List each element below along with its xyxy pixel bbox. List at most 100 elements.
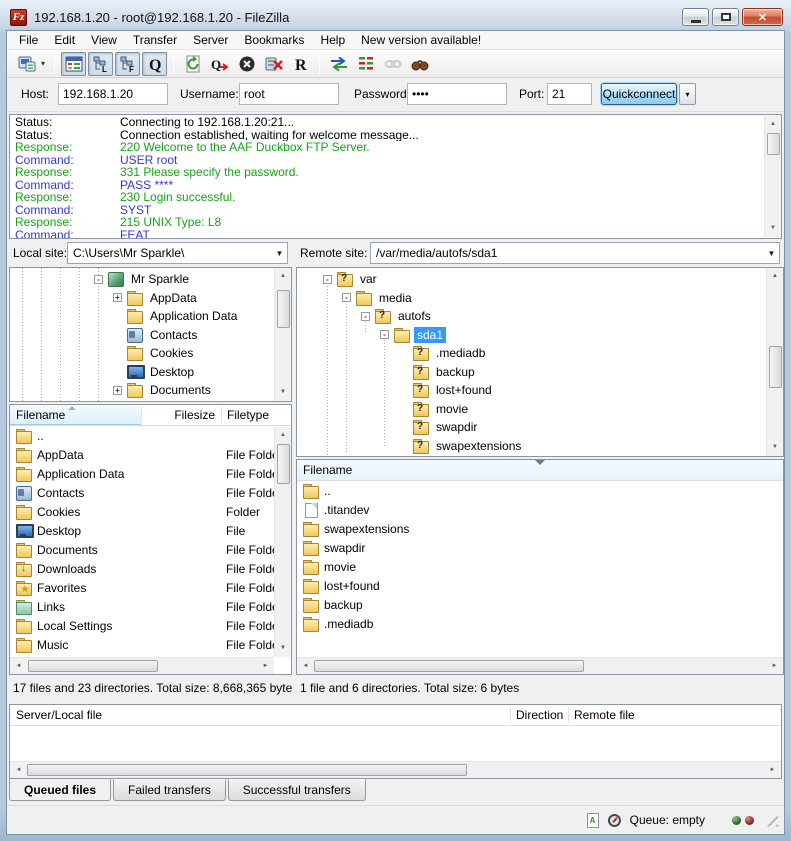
queue-hscrollbar[interactable]: ◄ ► — [10, 761, 781, 778]
menu-item-edit[interactable]: Edit — [46, 31, 83, 49]
file-row-documents[interactable]: DocumentsFile Folder — [10, 541, 274, 560]
chevron-down-icon[interactable]: ▼ — [764, 249, 779, 258]
menu-item-transfer[interactable]: Transfer — [125, 31, 185, 49]
tab-failed-transfers[interactable]: Failed transfers — [113, 779, 226, 801]
scroll-down-icon[interactable]: ▼ — [765, 221, 781, 236]
site-manager-button[interactable] — [14, 52, 39, 76]
port-input[interactable] — [547, 83, 592, 105]
password-input[interactable] — [407, 83, 507, 105]
toggle-remote-tree-button[interactable]: F — [115, 52, 140, 76]
expand-icon[interactable]: + — [113, 386, 122, 395]
expand-icon[interactable]: + — [113, 293, 122, 302]
tree-item-swapextensions[interactable]: ?swapextensions — [297, 437, 765, 456]
process-queue-button[interactable]: Q — [207, 52, 232, 76]
scroll-up-icon[interactable]: ▲ — [275, 428, 291, 443]
file-row-lost-found[interactable]: lost+found — [297, 577, 783, 596]
scroll-down-icon[interactable]: ▼ — [275, 385, 291, 400]
local-site-combo[interactable]: C:\Users\Mr Sparkle\ ▼ — [67, 242, 288, 264]
scrollbar-thumb[interactable] — [277, 290, 290, 328]
quickconnect-dropdown[interactable]: ▾ — [679, 83, 696, 105]
local-list-hscrollbar[interactable]: ◄ ► — [10, 657, 274, 674]
resize-grip[interactable] — [765, 814, 778, 827]
site-manager-dropdown-icon[interactable]: ▾ — [40, 59, 49, 68]
tree-item-swapdir[interactable]: ?swapdir — [297, 418, 765, 437]
file-row-backup[interactable]: backup — [297, 596, 783, 615]
file-row-contacts[interactable]: ContactsFile Folder — [10, 484, 274, 503]
collapse-icon[interactable]: - — [342, 293, 351, 302]
menu-item-file[interactable]: File — [11, 31, 46, 49]
toggle-queue-button[interactable]: Q — [142, 52, 167, 76]
tree-item-lost-found[interactable]: ?lost+found — [297, 381, 765, 400]
tree-item-var[interactable]: -?var — [297, 270, 765, 289]
minimize-button[interactable] — [682, 8, 709, 26]
collapse-icon[interactable]: - — [380, 330, 389, 339]
scroll-down-icon[interactable]: ▼ — [767, 440, 783, 455]
file-row-favorites[interactable]: ★FavoritesFile Folder — [10, 579, 274, 598]
remote-list-hscrollbar[interactable]: ◄ ► — [297, 657, 783, 674]
scrollbar-thumb[interactable] — [314, 660, 584, 672]
chevron-down-icon[interactable]: ▼ — [272, 249, 287, 258]
tab-queued-files[interactable]: Queued files — [9, 779, 111, 801]
file-row-swapextensions[interactable]: swapextensions — [297, 520, 783, 539]
tree-item-contacts[interactable]: Contacts — [10, 326, 273, 345]
username-input[interactable] — [239, 83, 339, 105]
collapse-icon[interactable]: - — [94, 275, 103, 284]
scroll-up-icon[interactable]: ▲ — [275, 269, 291, 284]
remote-site-combo[interactable]: /var/media/autofs/sda1 ▼ — [370, 242, 780, 264]
scroll-up-icon[interactable]: ▲ — [765, 117, 781, 132]
tree-item-autofs[interactable]: -?autofs — [297, 307, 765, 326]
scrollbar-thumb[interactable] — [277, 444, 290, 484]
toggle-message-log-button[interactable] — [61, 52, 86, 76]
tree-item-application-data[interactable]: Application Data — [10, 307, 273, 326]
local-list-scrollbar[interactable]: ▲ ▼ — [274, 427, 291, 657]
tree-item-mediadb[interactable]: ?.mediadb — [297, 344, 765, 363]
refresh-button[interactable] — [180, 52, 205, 76]
file-row-application-data[interactable]: Application DataFile Folder — [10, 465, 274, 484]
scroll-left-icon[interactable]: ◄ — [11, 658, 26, 674]
tree-item-media[interactable]: -media — [297, 289, 765, 308]
close-button[interactable]: ✕ — [742, 8, 783, 26]
remote-tree-scrollbar[interactable]: ▲ ▼ — [766, 268, 783, 456]
tree-item-movie[interactable]: ?movie — [297, 400, 765, 419]
disconnect-button[interactable] — [261, 52, 286, 76]
collapse-icon[interactable]: - — [323, 275, 332, 284]
tree-item-sda1[interactable]: -sda1 — [297, 326, 765, 345]
column-header-remote-file[interactable]: Remote file — [568, 705, 688, 725]
tree-item-dvd[interactable]: ?dvd — [297, 455, 765, 457]
menu-item-new-version-available[interactable]: New version available! — [353, 31, 489, 49]
column-header-direction[interactable]: Direction — [510, 705, 568, 725]
synchronized-browsing-button[interactable] — [353, 52, 378, 76]
tab-successful-transfers[interactable]: Successful transfers — [228, 779, 366, 801]
collapse-icon[interactable]: - — [361, 312, 370, 321]
compare-directories-button[interactable] — [326, 52, 351, 76]
column-header-server-local-file[interactable]: Server/Local file — [10, 705, 510, 725]
tree-item-desktop[interactable]: Desktop — [10, 363, 273, 382]
column-header-filetype[interactable]: Filetype — [221, 405, 291, 425]
quickconnect-button[interactable]: Quickconnect — [601, 83, 677, 105]
file-row-local-settings[interactable]: Local SettingsFile Folder — [10, 617, 274, 636]
scrollbar-thumb[interactable] — [27, 764, 467, 776]
speed-limit-icon[interactable] — [608, 814, 621, 827]
scroll-right-icon[interactable]: ► — [258, 658, 273, 674]
link-button[interactable] — [380, 52, 405, 76]
scroll-left-icon[interactable]: ◄ — [11, 762, 26, 778]
file-row-titandev[interactable]: .titandev — [297, 501, 783, 520]
scroll-up-icon[interactable]: ▲ — [767, 269, 783, 284]
file-row-downloads[interactable]: ↓DownloadsFile Folder — [10, 560, 274, 579]
scrollbar-thumb[interactable] — [28, 660, 158, 672]
file-row-appdata[interactable]: AppDataFile Folder — [10, 446, 274, 465]
menu-item-server[interactable]: Server — [185, 31, 236, 49]
scroll-down-icon[interactable]: ▼ — [275, 641, 291, 656]
file-row-links[interactable]: LinksFile Folder — [10, 598, 274, 617]
cancel-button[interactable] — [234, 52, 259, 76]
menu-item-view[interactable]: View — [83, 31, 125, 49]
column-header-filesize[interactable]: Filesize — [141, 405, 221, 425]
menu-item-help[interactable]: Help — [312, 31, 353, 49]
tree-item-appdata[interactable]: +AppData — [10, 289, 273, 308]
find-button[interactable] — [407, 52, 432, 76]
scroll-right-icon[interactable]: ► — [765, 762, 780, 778]
maximize-button[interactable] — [712, 8, 739, 26]
tree-item-documents[interactable]: +Documents — [10, 381, 273, 400]
scroll-left-icon[interactable]: ◄ — [298, 658, 313, 674]
file-row-movie[interactable]: movie — [297, 558, 783, 577]
